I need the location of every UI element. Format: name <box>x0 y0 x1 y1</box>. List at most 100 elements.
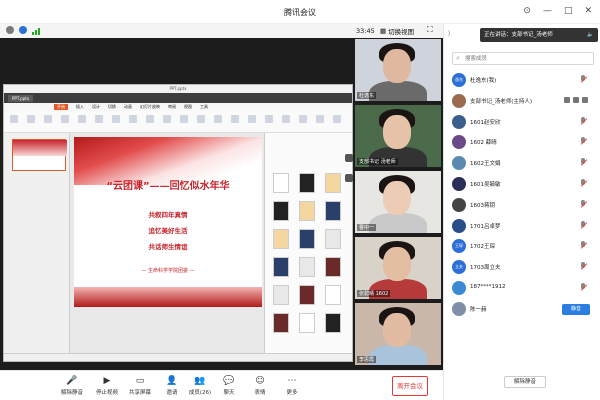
template-thumbnail[interactable] <box>273 229 289 249</box>
ribbon-tab[interactable]: 切换 <box>108 104 116 110</box>
video-tile[interactable]: 杜逸东 <box>355 39 441 101</box>
ribbon-tab[interactable]: 视图 <box>184 104 192 110</box>
mic-muted-icon[interactable] <box>580 220 588 230</box>
ribbon-tab[interactable]: 动画 <box>124 104 132 110</box>
mute-member-button[interactable]: 静音 <box>562 303 590 315</box>
ribbon-tool-icon[interactable] <box>282 115 290 123</box>
template-thumbnail[interactable] <box>299 313 315 333</box>
security-shield-icon[interactable] <box>19 26 27 34</box>
pin-icon[interactable]: ⊙ <box>523 6 531 16</box>
close-icon[interactable]: ✕ <box>584 6 592 16</box>
tile-name: 曹中一 <box>357 224 377 231</box>
template-thumbnail[interactable] <box>325 285 341 305</box>
mic-muted-icon[interactable] <box>580 116 588 126</box>
speaker-icon: 🔈 <box>587 32 594 38</box>
scroll-up-icon[interactable] <box>345 154 353 162</box>
member-row[interactable]: 1602 薛晴 <box>444 132 600 153</box>
member-row[interactable]: 陈一赫 静音 <box>444 299 600 320</box>
ribbon-tab[interactable]: 开始 <box>54 104 68 110</box>
network-signal-icon[interactable] <box>32 27 40 35</box>
ribbon-tab[interactable]: 工具 <box>200 104 208 110</box>
template-thumbnail[interactable] <box>299 173 315 193</box>
ribbon-tool-icon[interactable] <box>316 115 324 123</box>
member-row[interactable]: 1601吴毓敏 <box>444 174 600 195</box>
ribbon-tab[interactable]: 审阅 <box>168 104 176 110</box>
ribbon-tool-icon[interactable] <box>61 115 69 123</box>
mic-muted-icon[interactable] <box>580 282 588 292</box>
video-tile[interactable]: 曹中一 <box>355 171 441 233</box>
scroll-down-icon[interactable] <box>345 174 353 182</box>
mic-muted-icon[interactable] <box>580 178 588 188</box>
mic-muted-icon[interactable] <box>580 75 588 84</box>
member-row[interactable]: 1701吕卓梦 <box>444 216 600 237</box>
member-row[interactable]: 187****1912 <box>444 278 600 299</box>
template-thumbnail[interactable] <box>325 313 341 333</box>
mic-muted-icon[interactable] <box>580 262 588 271</box>
member-row[interactable]: 逸东 杜逸东(我) <box>444 70 600 91</box>
leave-meeting-button[interactable]: 离开会议 <box>392 376 428 396</box>
ribbon-tool-icon[interactable] <box>27 115 35 123</box>
mic-muted-icon[interactable] <box>580 199 588 209</box>
ribbon-tool-icon[interactable] <box>231 115 239 123</box>
ribbon-tool-icon[interactable] <box>214 115 222 123</box>
template-thumbnail[interactable] <box>299 201 315 221</box>
ribbon-tool-icon[interactable] <box>248 115 256 123</box>
mic-muted-icon[interactable] <box>580 137 588 146</box>
info-icon[interactable] <box>6 26 14 34</box>
slide-title: “云团课”——回忆似水年华 <box>106 181 230 192</box>
template-thumbnail[interactable] <box>273 257 289 277</box>
video-tile[interactable]: 张碧晴 1602 <box>355 237 441 299</box>
ribbon-tool-icon[interactable] <box>180 115 188 123</box>
ribbon-tab[interactable]: 设计 <box>92 104 100 110</box>
ribbon-tool-icon[interactable] <box>112 115 120 123</box>
collapse-panel-icon[interactable]: ⟩ <box>448 30 450 37</box>
toolbar-button[interactable]: ▭ 共享屏幕 <box>123 375 157 397</box>
template-thumbnail[interactable] <box>299 285 315 305</box>
ribbon-tool-icon[interactable] <box>78 115 86 123</box>
mic-muted-icon[interactable] <box>580 241 588 250</box>
template-thumbnail[interactable] <box>299 229 315 249</box>
template-thumbnail[interactable] <box>325 173 341 193</box>
template-thumbnail[interactable] <box>325 201 341 221</box>
mic-muted-icon[interactable] <box>580 158 588 167</box>
video-tile[interactable]: 支部书记 汤老师 <box>355 105 441 167</box>
member-row[interactable]: 王琛 1702王琛 <box>444 236 600 257</box>
ribbon-tool-icon[interactable] <box>299 115 307 123</box>
member-row[interactable]: 1601赵安欣 <box>444 112 600 133</box>
template-thumbnail[interactable] <box>273 285 289 305</box>
template-thumbnail[interactable] <box>273 313 289 333</box>
ribbon-tool-icon[interactable] <box>163 115 171 123</box>
ribbon-tab[interactable]: 幻灯片放映 <box>140 104 160 110</box>
toolbar-button[interactable]: ▶ 停止视频 <box>90 375 124 397</box>
template-thumbnail[interactable] <box>299 257 315 277</box>
template-thumbnail[interactable] <box>325 257 341 277</box>
member-row[interactable]: 支部书记_汤老师(主持人) <box>444 91 600 112</box>
member-row[interactable]: 1603蒋钥 <box>444 195 600 216</box>
ribbon-tool-icon[interactable] <box>333 115 341 123</box>
ribbon-tool-icon[interactable] <box>197 115 205 123</box>
ribbon-tool-icon[interactable] <box>146 115 154 123</box>
search-input[interactable] <box>465 54 589 64</box>
ribbon-tab[interactable]: 插入 <box>76 104 84 110</box>
toolbar-button[interactable]: ☺ 表情 <box>243 375 277 397</box>
member-row[interactable]: 1602王文娟 <box>444 153 600 174</box>
maximize-icon[interactable]: □ <box>564 6 573 16</box>
switch-view-button[interactable]: ▦ 切换视图 <box>380 26 414 36</box>
ribbon-tool-icon[interactable] <box>129 115 137 123</box>
ribbon-tool-icon[interactable] <box>265 115 273 123</box>
member-search[interactable]: ⌕ <box>452 52 594 65</box>
toolbar-button[interactable]: ⋯ 更多 <box>275 375 309 397</box>
ribbon-tool-icon[interactable] <box>44 115 52 123</box>
template-thumbnail[interactable] <box>273 201 289 221</box>
toolbar-button[interactable]: 💬 聊天 <box>212 375 246 397</box>
ribbon-tool-icon[interactable] <box>10 115 18 123</box>
minimize-icon[interactable]: — <box>543 6 552 16</box>
ribbon-tool-icon[interactable] <box>95 115 103 123</box>
template-thumbnail[interactable] <box>273 173 289 193</box>
fullscreen-icon[interactable]: ⛶ <box>427 25 433 35</box>
toolbar-button[interactable]: 🎤 解除静音 <box>55 375 89 397</box>
template-thumbnail[interactable] <box>325 229 341 249</box>
unmute-all-button[interactable]: 解除静音 <box>504 376 546 388</box>
video-tile[interactable]: 李思霞 <box>355 303 441 365</box>
member-row[interactable]: 立夫 1703周立夫 <box>444 257 600 278</box>
